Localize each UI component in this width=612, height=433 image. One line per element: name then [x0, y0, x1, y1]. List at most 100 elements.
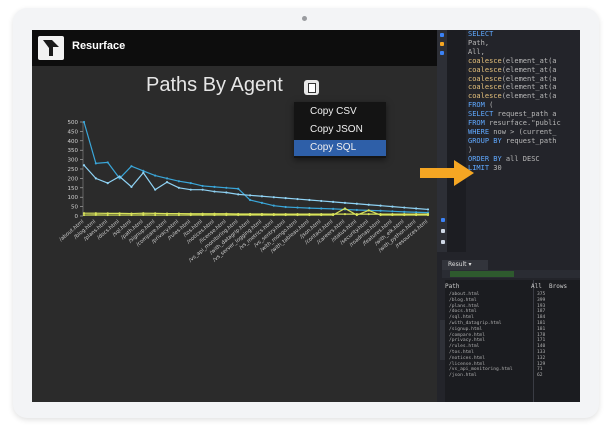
camera-dot	[302, 16, 307, 21]
series-point-other	[379, 213, 382, 217]
series-point-browser	[177, 186, 180, 189]
series-point-all	[391, 210, 394, 213]
sql-line: SELECT request_path a	[468, 110, 557, 119]
series-point-all	[142, 169, 145, 172]
bookmark-icon[interactable]	[440, 42, 444, 46]
y-tick-label: 200	[68, 176, 79, 182]
series-point-other	[332, 213, 335, 217]
series-point-all	[130, 165, 133, 168]
y-tick-label: 400	[68, 139, 79, 145]
screen: Resurface Paths By Agent 0 50 100 150 200 250…	[32, 30, 580, 402]
tab-result[interactable]: Result ▾	[442, 260, 488, 270]
series-point-browser	[118, 175, 121, 178]
sql-line: coalesce(element_at(a	[468, 83, 557, 92]
sql-line: Path,	[468, 38, 490, 47]
file-icon[interactable]	[441, 229, 445, 233]
series-point-other	[248, 213, 252, 217]
sql-line: FROM resurface."public	[468, 119, 561, 128]
table-cell-all: 399	[537, 297, 546, 303]
series-point-other	[130, 213, 133, 217]
menu-item-copy-json[interactable]: Copy JSON	[294, 122, 386, 138]
sql-line: coalesce(element_at(a	[468, 56, 557, 65]
y-tick-label: 0	[75, 214, 79, 220]
query-status-bar	[450, 271, 514, 277]
series-point-all	[260, 201, 264, 204]
table-cell-all: 133	[537, 349, 546, 355]
series-point-all	[165, 177, 169, 180]
sql-line: WHERE now > (current_	[468, 127, 557, 136]
series-point-browser	[130, 185, 133, 188]
series-point-other	[154, 213, 157, 217]
y-tick-label: 450	[68, 129, 79, 135]
series-point-browser	[94, 177, 97, 180]
run-icon[interactable]	[440, 33, 444, 37]
grid-view-tab[interactable]	[440, 320, 445, 360]
col-header-path[interactable]: Path	[445, 283, 459, 290]
series-point-all	[189, 182, 192, 185]
series-point-all	[154, 174, 157, 177]
series-point-all	[320, 207, 323, 210]
table-cell-all: 132	[537, 355, 546, 361]
table-cell-all: 375	[537, 292, 546, 297]
series-point-bot	[82, 212, 86, 215]
series-point-browser	[332, 200, 335, 203]
series-point-browser	[367, 203, 370, 206]
menu-item-copy-csv[interactable]: Copy CSV	[294, 104, 386, 120]
paths-by-agent-chart: 050100150200250300350400450500/about.htm…	[58, 120, 430, 264]
menu-item-copy-sql[interactable]: Copy SQL	[294, 140, 386, 156]
series-point-all	[177, 180, 180, 183]
copy-menu: Copy CSV Copy JSON Copy SQL	[294, 102, 386, 158]
series-point-other	[367, 209, 370, 212]
y-tick-label: 100	[68, 195, 79, 201]
series-point-bot	[367, 213, 370, 216]
series-point-other	[415, 213, 418, 217]
table-cell-all: 62	[537, 373, 543, 379]
result-grid-header: Path All Brows	[445, 283, 567, 290]
sql-line: LIMIT 30	[468, 163, 502, 172]
series-point-all	[332, 207, 335, 210]
y-tick-label: 500	[68, 120, 79, 126]
series-point-other	[94, 213, 97, 216]
column-separator	[533, 280, 534, 402]
series-point-browser	[248, 194, 252, 197]
table-row[interactable]: /json.html	[449, 373, 513, 379]
series-point-browser	[379, 204, 382, 207]
settings-icon[interactable]	[441, 240, 445, 244]
series-point-other	[82, 213, 86, 217]
col-header-all[interactable]: All	[531, 283, 542, 290]
series-point-browser	[296, 197, 299, 201]
result-all-column: 375 399 193 187 184 181 181 178 171 140 133 132 129 7…	[537, 292, 545, 379]
y-tick-label: 250	[68, 167, 79, 173]
series-point-all	[355, 208, 358, 212]
series-point-browser	[343, 201, 347, 204]
series-point-browser	[165, 181, 169, 184]
sql-line: FROM (	[468, 101, 494, 110]
series-point-browser	[260, 195, 264, 198]
series-point-other	[296, 213, 299, 217]
series-point-all	[296, 206, 299, 209]
series-point-browser	[403, 206, 406, 209]
highlight-arrow	[420, 160, 474, 186]
series-point-other	[320, 213, 323, 217]
sql-line: GROUP BY request_path	[468, 136, 557, 145]
series-point-other	[213, 213, 216, 217]
series-point-browser	[355, 202, 358, 205]
y-tick-label: 50	[71, 205, 78, 211]
series-point-other	[426, 213, 430, 217]
resurface-app: Resurface Paths By Agent 0 50 100 150 200 250…	[32, 30, 437, 402]
series-point-all	[82, 120, 86, 124]
series-point-all	[248, 198, 252, 202]
series-point-browser	[189, 188, 192, 191]
series-point-all	[94, 162, 97, 165]
info-icon[interactable]	[441, 218, 445, 222]
table-cell-all: 181	[537, 320, 546, 326]
col-header-browser[interactable]: Brows	[549, 283, 567, 290]
sql-editor[interactable]: SELECT Path, All, coalesce(element_at(a coal…	[468, 30, 561, 173]
series-point-all	[225, 186, 228, 189]
table-cell-all: 181	[537, 326, 546, 332]
series-point-browser	[284, 197, 287, 200]
series-point-other	[225, 213, 228, 217]
series-point-browser	[391, 205, 394, 208]
series-point-all	[284, 205, 287, 209]
format-icon[interactable]	[440, 51, 444, 55]
